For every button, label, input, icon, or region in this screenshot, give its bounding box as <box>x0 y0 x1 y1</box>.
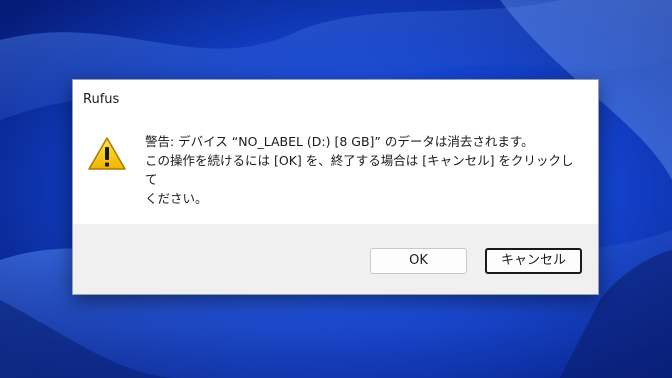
dialog-title: Rufus <box>83 92 120 107</box>
warning-icon <box>88 137 126 170</box>
rufus-warning-dialog: Rufus 警告: デバイス “NO_LABEL (D:) [8 GB]” のデ… <box>72 79 599 295</box>
dialog-content: 警告: デバイス “NO_LABEL (D:) [8 GB]” のデータは消去さ… <box>73 118 598 224</box>
cancel-button[interactable]: キャンセル <box>485 248 582 274</box>
dialog-title-bar[interactable]: Rufus <box>73 80 598 118</box>
dialog-button-bar: OK キャンセル <box>73 224 598 294</box>
message-line-3: ください。 <box>145 191 208 206</box>
ok-button[interactable]: OK <box>370 248 467 274</box>
warning-message: 警告: デバイス “NO_LABEL (D:) [8 GB]” のデータは消去さ… <box>145 132 585 208</box>
message-line-1: 警告: デバイス “NO_LABEL (D:) [8 GB]” のデータは消去さ… <box>145 134 534 149</box>
message-line-2: この操作を続けるには [OK] を、終了する場合は [キャンセル] をクリックし… <box>145 153 574 187</box>
